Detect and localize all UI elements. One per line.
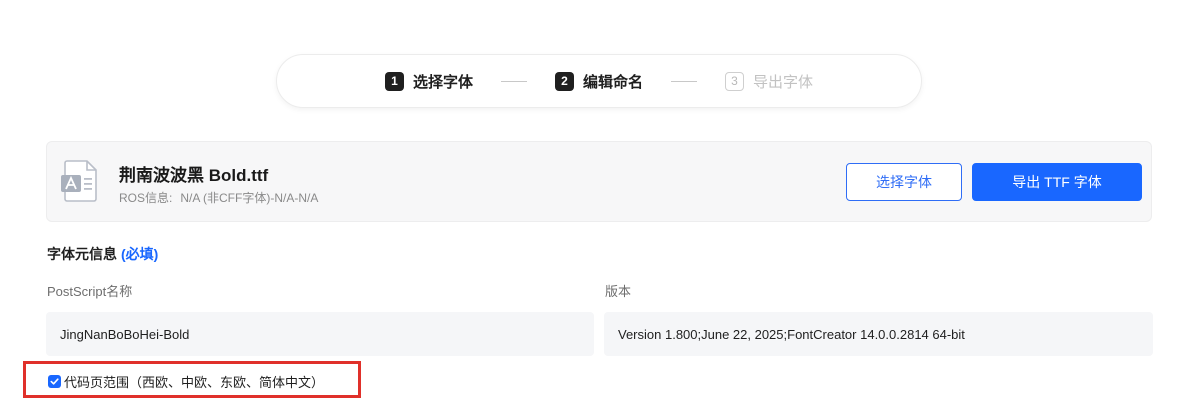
font-file-name: 荆南波波黑 Bold.ttf	[119, 166, 269, 185]
ros-info-label: ROS信息:	[119, 191, 173, 205]
step-label: 选择字体	[412, 73, 473, 91]
step-label: 导出字体	[753, 73, 814, 91]
postscript-name-label: PostScript名称	[47, 284, 133, 299]
step-number: 3	[725, 71, 744, 91]
step-label: 编辑命名	[582, 73, 643, 91]
checkbox-checked-icon[interactable]	[48, 375, 61, 388]
font-file-icon	[61, 160, 99, 202]
step-number: 2	[554, 71, 574, 91]
export-ttf-button[interactable]: 导出 TTF 字体	[972, 163, 1142, 201]
ros-info-value: N/A (非CFF字体)-N/A-N/A	[180, 191, 319, 205]
codepage-checkbox-row[interactable]: 代码页范围（西欧、中欧、东欧、简体中文）	[48, 372, 324, 391]
ros-info: ROS信息: N/A (非CFF字体)-N/A-N/A	[119, 189, 318, 206]
select-font-button[interactable]: 选择字体	[846, 163, 962, 201]
codepage-label: 代码页范围（西欧、中欧、东欧、简体中文）	[64, 375, 325, 390]
version-input[interactable]	[604, 312, 1153, 356]
step-export-font[interactable]: 3 导出字体	[725, 71, 813, 92]
step-edit-name[interactable]: 2 编辑命名	[554, 71, 643, 92]
font-file-card: 荆南波波黑 Bold.ttf ROS信息: N/A (非CFF字体)-N/A-N/…	[46, 141, 1152, 222]
step-select-font[interactable]: 1 选择字体	[384, 71, 473, 92]
section-title-text: 字体元信息	[47, 246, 117, 262]
postscript-name-input[interactable]	[46, 312, 594, 356]
step-number: 1	[384, 71, 404, 91]
font-editor-page: 1 选择字体 2 编辑命名 3 导出字体 荆南波波黑 Bold.ttf ROS信…	[0, 0, 1200, 411]
step-divider	[671, 80, 697, 82]
stepper: 1 选择字体 2 编辑命名 3 导出字体	[276, 54, 922, 108]
required-marker: (必填)	[121, 246, 159, 262]
font-meta-section-title: 字体元信息 (必填)	[47, 244, 158, 264]
version-label: 版本	[605, 284, 632, 299]
step-divider	[500, 80, 527, 82]
